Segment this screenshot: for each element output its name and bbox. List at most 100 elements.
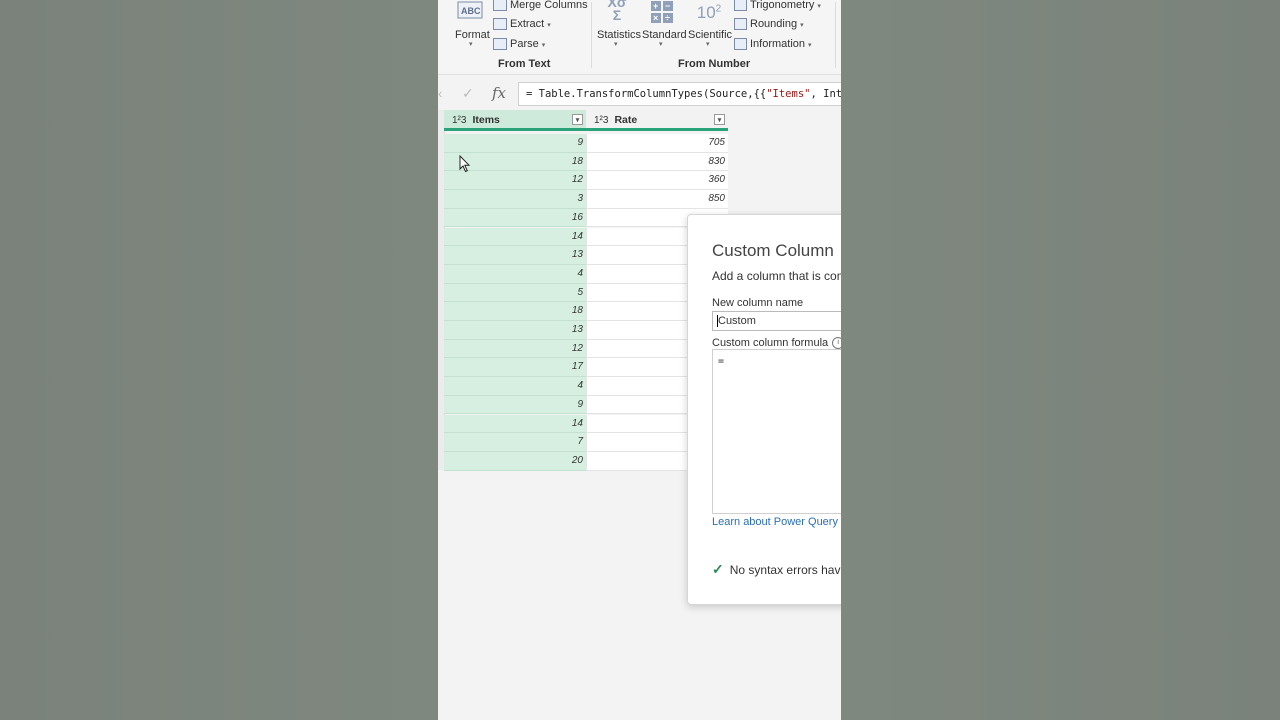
scientific-button[interactable]: Scientific bbox=[688, 29, 732, 41]
rate-cell[interactable]: 830 bbox=[586, 152, 728, 172]
right-background bbox=[841, 0, 1280, 720]
formula-label-text: Custom column formula bbox=[712, 337, 829, 349]
fx-icon[interactable]: fx bbox=[492, 84, 506, 102]
checkmark-icon: ✓ bbox=[712, 561, 724, 577]
formula-suffix: , Int64.T bbox=[810, 88, 841, 100]
svg-text:ABC: ABC bbox=[461, 6, 481, 16]
standard-icon: + − × ÷ bbox=[650, 0, 676, 24]
items-cell[interactable]: 9 bbox=[444, 134, 586, 153]
items-cell[interactable]: 13 bbox=[444, 321, 586, 340]
rounding-button[interactable]: Rounding ▾ bbox=[734, 18, 804, 31]
merge-columns-label: Merge Columns bbox=[510, 0, 588, 11]
svg-text:−: − bbox=[665, 1, 670, 11]
left-background bbox=[0, 0, 438, 720]
extract-button[interactable]: Extract ▾ bbox=[493, 18, 551, 31]
standard-caret: ▾ bbox=[659, 41, 663, 48]
new-column-name-value: Custom bbox=[718, 315, 756, 327]
chevron-down-icon: ▾ bbox=[808, 42, 812, 49]
formula-value: = bbox=[718, 356, 725, 367]
parse-label: Parse bbox=[510, 38, 539, 50]
format-caret: ▾ bbox=[469, 41, 473, 48]
statistics-caret: ▾ bbox=[614, 41, 618, 48]
items-cell[interactable]: 14 bbox=[444, 414, 586, 434]
formula-label: Custom column formula i bbox=[712, 337, 841, 350]
standard-button[interactable]: Standard bbox=[642, 29, 687, 41]
number-type-icon[interactable]: 1²3 bbox=[594, 115, 608, 126]
items-cell[interactable]: 4 bbox=[444, 264, 586, 284]
chevron-down-icon: ▾ bbox=[547, 22, 551, 29]
statistics-label: Statistics bbox=[597, 29, 642, 41]
from-text-group-label: From Text bbox=[498, 58, 551, 70]
column-header-label: Rate bbox=[614, 114, 638, 126]
trigonometry-icon bbox=[734, 0, 747, 12]
ribbon: ABC Format ▾ Merge Columns Extract ▾ Pars… bbox=[438, 0, 841, 75]
trigonometry-button[interactable]: Trigonometry ▾ bbox=[734, 0, 821, 12]
merge-columns-button[interactable]: Merge Columns bbox=[493, 0, 588, 12]
items-cell[interactable]: 16 bbox=[444, 208, 586, 228]
dialog-subtitle: Add a column that is com bbox=[712, 269, 841, 283]
items-cell[interactable]: 12 bbox=[444, 171, 586, 191]
scientific-label: Scientific bbox=[688, 29, 733, 41]
learn-power-query-link[interactable]: Learn about Power Query fo bbox=[712, 516, 841, 528]
custom-column-dialog: Custom Column Add a column that is com N… bbox=[687, 214, 841, 605]
items-cell[interactable]: 4 bbox=[444, 377, 586, 396]
items-cell[interactable]: 18 bbox=[444, 302, 586, 321]
items-cell[interactable]: 20 bbox=[444, 451, 586, 471]
items-cell[interactable]: 7 bbox=[444, 433, 586, 452]
items-cell[interactable]: 3 bbox=[444, 190, 586, 209]
ribbon-separator bbox=[591, 2, 592, 68]
items-cell[interactable]: 14 bbox=[444, 227, 586, 247]
items-cell[interactable]: 17 bbox=[444, 358, 586, 378]
formula-input[interactable]: = Table.TransformColumnTypes(Source,{{"I… bbox=[518, 82, 841, 106]
column-header-label: Items bbox=[472, 114, 500, 126]
chevron-down-icon: ▾ bbox=[800, 22, 804, 29]
formula-string: "Items" bbox=[766, 88, 811, 100]
parse-icon bbox=[493, 38, 507, 51]
custom-column-formula-input[interactable]: = bbox=[712, 349, 841, 514]
statistics-icon: X̄σ Σ bbox=[607, 0, 627, 23]
column-header-items[interactable]: 1²3 Items ▾ bbox=[444, 110, 586, 131]
chevron-down-icon: ▾ bbox=[541, 42, 546, 49]
formula-prefix: = Table.TransformColumnTypes(Source,{{ bbox=[526, 88, 767, 100]
from-number-group-label: From Number bbox=[678, 58, 751, 70]
merge-columns-icon bbox=[493, 0, 507, 12]
items-cell[interactable]: 5 bbox=[444, 283, 586, 303]
items-cell[interactable]: 9 bbox=[444, 395, 586, 415]
rate-cell[interactable]: 705 bbox=[586, 134, 728, 153]
cancel-icon[interactable]: ‹ bbox=[438, 86, 442, 101]
information-button[interactable]: Information ▾ bbox=[734, 38, 812, 51]
ribbon-separator bbox=[835, 2, 836, 68]
dialog-title: Custom Column bbox=[712, 241, 834, 260]
new-column-name-label: New column name bbox=[712, 297, 804, 309]
statistics-button[interactable]: Statistics bbox=[597, 29, 641, 41]
syntax-status: ✓ No syntax errors have bbox=[712, 561, 841, 578]
trigonometry-label: Trigonometry bbox=[750, 0, 815, 11]
format-icon: ABC bbox=[456, 0, 486, 22]
items-cell[interactable]: 13 bbox=[444, 246, 586, 265]
info-icon[interactable]: i bbox=[832, 337, 841, 350]
filter-dropdown-icon[interactable]: ▾ bbox=[572, 114, 583, 125]
rate-cell[interactable]: 360 bbox=[586, 171, 728, 191]
new-column-name-input[interactable]: Custom bbox=[712, 311, 841, 331]
formula-bar: ‹ ✓ fx = Table.TransformColumnTypes(Sour… bbox=[438, 82, 841, 108]
information-icon bbox=[734, 38, 747, 51]
syntax-status-text: No syntax errors have bbox=[729, 563, 841, 577]
rate-cell[interactable]: 850 bbox=[586, 190, 728, 209]
items-cell[interactable]: 12 bbox=[444, 339, 586, 359]
filter-dropdown-icon[interactable]: ▾ bbox=[714, 114, 725, 125]
column-header-rate[interactable]: 1²3 Rate ▾ bbox=[586, 110, 728, 131]
parse-button[interactable]: Parse ▾ bbox=[493, 38, 546, 51]
information-label: Information bbox=[750, 38, 806, 50]
extract-icon bbox=[493, 18, 507, 31]
scientific-icon: 102 bbox=[696, 3, 722, 22]
number-type-icon[interactable]: 1²3 bbox=[452, 115, 466, 126]
scientific-caret: ▾ bbox=[706, 41, 710, 48]
commit-check-icon[interactable]: ✓ bbox=[462, 85, 474, 102]
mouse-pointer-icon bbox=[459, 155, 471, 173]
standard-label: Standard bbox=[642, 29, 687, 41]
rounding-label: Rounding bbox=[750, 18, 798, 30]
chevron-down-icon: ▾ bbox=[817, 3, 821, 10]
svg-text:×: × bbox=[653, 13, 658, 23]
rounding-icon bbox=[734, 18, 747, 31]
svg-text:÷: ÷ bbox=[665, 13, 670, 23]
